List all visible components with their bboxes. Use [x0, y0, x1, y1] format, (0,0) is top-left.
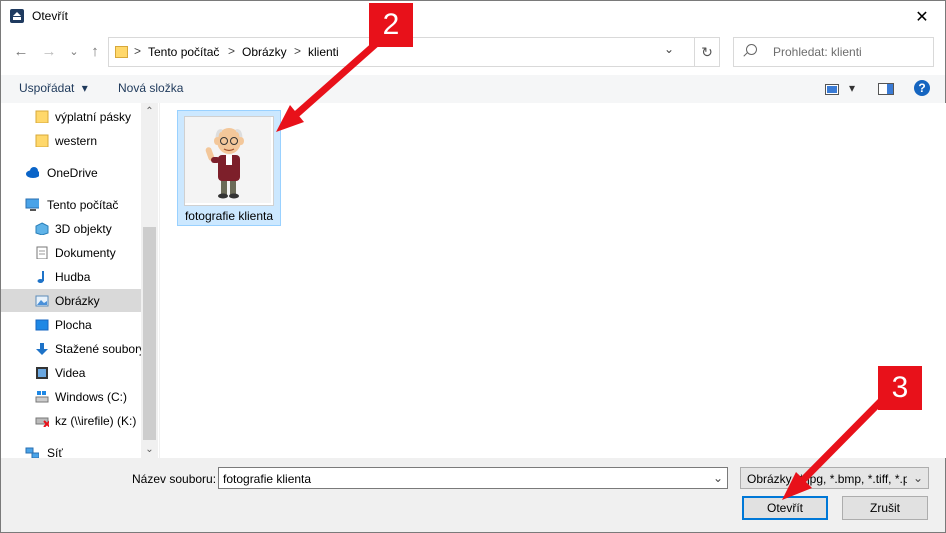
file-item[interactable]: fotografie klienta [177, 110, 281, 226]
sidebar-item-label: western [55, 134, 98, 148]
document-icon [36, 246, 48, 259]
scroll-down-button[interactable]: ⌄ [141, 441, 158, 458]
organize-caret-icon: ▾ [81, 81, 88, 95]
sidebar-scrollbar[interactable]: ⌃ ⌄ [141, 103, 158, 458]
sidebar-item-label: Stažené soubory [55, 342, 146, 356]
breadcrumb-klienti[interactable]: klienti [308, 45, 339, 59]
cancel-button[interactable]: Zrušit [842, 496, 928, 520]
sidebar-item-label: OneDrive [47, 166, 98, 180]
scroll-up-button[interactable]: ⌃ [141, 103, 158, 120]
old-man-cartoon-image [185, 117, 271, 203]
navigation-bar: ← → ⌄ ↑ > Tento počítač > Obrázky > klie… [1, 35, 945, 69]
sidebar-item-dokumenty[interactable]: Dokumenty [1, 241, 141, 264]
breadcrumb-separator: > [134, 44, 142, 58]
breadcrumb-separator: > [228, 44, 236, 58]
file-thumbnail [184, 116, 274, 206]
video-icon [36, 367, 48, 379]
refresh-button[interactable]: ↻ [694, 38, 719, 66]
file-list[interactable]: fotografie klienta [159, 103, 946, 458]
title-bar: Otevřít ✕ [1, 1, 945, 32]
file-type-select[interactable]: Obrázky (*.jpg, *.bmp, *.tiff, *.p ⌄ [740, 467, 929, 489]
breadcrumb-tento-pocitac[interactable]: Tento počítač [148, 45, 219, 59]
recent-locations-button[interactable]: ⌄ [64, 41, 84, 61]
sidebar-item-label: výplatní pásky [55, 110, 132, 124]
filename-input[interactable]: fotografie klienta ⌄ [218, 467, 728, 489]
view-mode-icon[interactable] [825, 84, 839, 95]
folder-icon [35, 134, 49, 147]
cloud-icon [26, 167, 39, 178]
sidebar-item-label: kz (\\irefile) (K:) [55, 414, 137, 428]
file-type-value: Obrázky (*.jpg, *.bmp, *.tiff, *.p [747, 472, 907, 486]
scroll-thumb[interactable] [143, 227, 156, 440]
sidebar-item-obrazky[interactable]: Obrázky [1, 289, 141, 312]
breadcrumb-obrazky[interactable]: Obrázky [242, 45, 287, 59]
preview-pane-icon[interactable] [878, 83, 894, 95]
dialog-footer: Název souboru: fotografie klienta ⌄ Obrá… [1, 458, 945, 532]
organize-button[interactable]: Uspořádat ▾ [19, 81, 88, 95]
sidebar-item-tento-pocitac[interactable]: Tento počítač [1, 193, 141, 216]
sidebar-item-label: Videa [55, 366, 86, 380]
sidebar-item-hudba[interactable]: Hudba [1, 265, 141, 288]
drive-icon [35, 391, 49, 403]
network-drive-disconnected-icon [35, 417, 49, 427]
sidebar-item-label: Dokumenty [55, 246, 116, 260]
step-3-badge: 3 [878, 366, 922, 410]
view-mode-dropdown[interactable]: ▾ [849, 81, 855, 95]
sidebar-item-kz-irefile[interactable]: kz (\\irefile) (K:) [1, 409, 141, 432]
back-button[interactable]: ← [11, 41, 31, 61]
sidebar-item-label: 3D objekty [55, 222, 112, 236]
search-placeholder: Prohledat: klienti [773, 45, 862, 59]
folder-icon [115, 46, 128, 58]
sidebar-item-label: Hudba [55, 270, 91, 284]
sidebar-item-vyplatni-pasky[interactable]: výplatní pásky [1, 105, 141, 128]
cube-icon [35, 222, 49, 235]
music-icon [37, 271, 44, 283]
search-box[interactable]: Prohledat: klienti [733, 37, 934, 67]
filename-label: Název souboru: [132, 472, 217, 486]
sidebar-item-videa[interactable]: Videa [1, 361, 141, 384]
search-icon [746, 44, 757, 55]
file-name: fotografie klienta [184, 209, 274, 223]
open-button[interactable]: Otevřít [742, 496, 828, 520]
help-button[interactable]: ? [914, 80, 930, 96]
sidebar-item-windows-c[interactable]: Windows (C:) [1, 385, 141, 408]
folder-icon [35, 110, 49, 123]
app-icon [10, 9, 24, 23]
sidebar-item-label: Obrázky [55, 294, 100, 308]
desktop-icon [35, 319, 49, 331]
sidebar-item-onedrive[interactable]: OneDrive [1, 161, 141, 184]
download-icon [36, 343, 48, 355]
sidebar-item-stazene-soubory[interactable]: Stažené soubory [1, 337, 145, 360]
file-type-dropdown-button[interactable]: ⌄ [913, 471, 923, 485]
sidebar-item-label: Plocha [55, 318, 92, 332]
breadcrumb-separator: > [294, 44, 302, 58]
step-2-badge: 2 [369, 3, 413, 47]
open-file-dialog: Otevřít ✕ ← → ⌄ ↑ > Tento počítač > Obrá… [0, 0, 946, 533]
sidebar-item-label: Windows (C:) [55, 390, 128, 404]
organize-label: Uspořádat [19, 81, 75, 95]
close-button[interactable]: ✕ [899, 1, 945, 32]
filename-dropdown-button[interactable]: ⌄ [713, 471, 723, 485]
command-bar: Uspořádat ▾ Nová složka ▾ ? [1, 75, 945, 103]
forward-button[interactable]: → [39, 41, 59, 61]
sidebar-item-plocha[interactable]: Plocha [1, 313, 141, 336]
filename-value: fotografie klienta [223, 472, 312, 486]
computer-icon [25, 198, 39, 211]
sidebar-item-3d-objekty[interactable]: 3D objekty [1, 217, 141, 240]
new-folder-button[interactable]: Nová složka [118, 81, 183, 95]
window-title: Otevřít [32, 9, 69, 23]
address-dropdown-button[interactable]: ⌄ [664, 42, 674, 56]
sidebar-item-label: Tento počítač [47, 198, 119, 212]
navigation-pane: výplatní pásky western OneDrive Tento po… [1, 103, 159, 460]
pictures-icon [35, 295, 49, 307]
up-button[interactable]: ↑ [85, 41, 105, 61]
address-bar[interactable]: > Tento počítač > Obrázky > klienti ⌄ ↻ [108, 37, 720, 67]
sidebar-item-western[interactable]: western [1, 129, 141, 152]
